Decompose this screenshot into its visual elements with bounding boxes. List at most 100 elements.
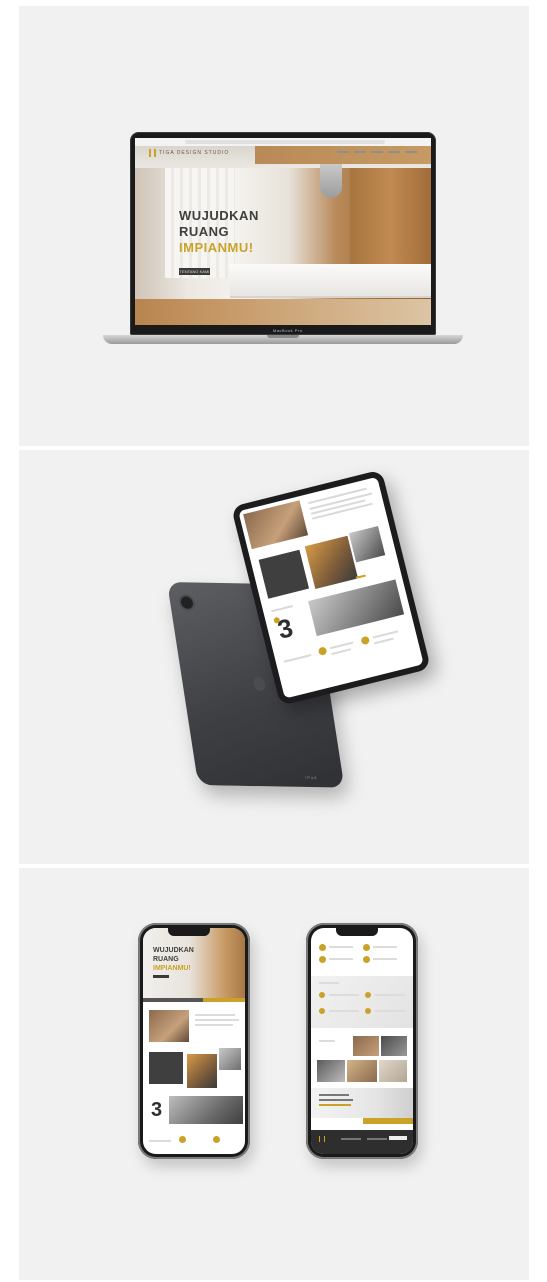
- phone-hero-line3: IMPIANMU!: [153, 965, 191, 972]
- hero-title-line1: WUJUDKAN: [179, 208, 259, 223]
- text-line: [195, 1024, 233, 1026]
- site-nav-links: [337, 151, 417, 153]
- phone-left-screen: WUJUDKAN RUANG IMPIANMU! 3: [143, 928, 245, 1154]
- gold-stripe: [363, 1118, 413, 1124]
- laptop-notch: [267, 335, 299, 338]
- logo-icon: [149, 149, 156, 157]
- logo-icon: [319, 1136, 325, 1142]
- feature-icon: [213, 1136, 220, 1143]
- gallery-photo: [379, 1060, 407, 1082]
- stripe-dark: [143, 998, 203, 1002]
- nav-link[interactable]: [354, 151, 366, 153]
- phone-left: WUJUDKAN RUANG IMPIANMU! 3: [138, 923, 250, 1159]
- feature-icon: [360, 635, 371, 646]
- footer-button[interactable]: [389, 1136, 407, 1140]
- hero-cta-button[interactable]: TENTANG KAMI: [179, 268, 210, 275]
- hero-title: WUJUDKAN RUANG IMPIANMU!: [179, 208, 259, 256]
- text-line: [373, 946, 397, 948]
- phone-footer: [311, 1130, 413, 1154]
- tablet-photo-gallery: [308, 579, 405, 637]
- cta-banner: [311, 1088, 413, 1118]
- hero-title-line2: RUANG: [179, 224, 230, 239]
- feature-icon: [319, 944, 326, 951]
- laptop-base: [103, 335, 463, 344]
- text-line: [329, 958, 353, 960]
- tablet-mockup-panel: iPad 3: [19, 450, 529, 864]
- text-line: [329, 994, 359, 996]
- phone-mockup-panel: WUJUDKAN RUANG IMPIANMU! 3: [19, 868, 529, 1280]
- nav-link[interactable]: [337, 151, 349, 153]
- gallery-photo: [317, 1060, 345, 1082]
- laptop-model-label: MacBook Pro: [273, 328, 303, 333]
- feature-icon: [317, 646, 328, 656]
- text-line: [319, 1094, 349, 1096]
- phone-cta-button[interactable]: [153, 975, 169, 978]
- laptop-screen: TIGA DESIGN STUDIO WUJUDKAN RUANG IMPIAN…: [135, 138, 431, 325]
- browser-url-bar: [185, 140, 385, 144]
- service-icon: [319, 992, 325, 998]
- site-navbar: TIGA DESIGN STUDIO: [135, 146, 431, 160]
- hero-title-line3: IMPIANMU!: [179, 240, 254, 255]
- service-icon: [319, 1008, 325, 1014]
- hero-floor: [135, 299, 431, 325]
- tablet-dark-card: [258, 549, 310, 599]
- text-line: [375, 994, 405, 996]
- gallery-photo: [347, 1060, 377, 1082]
- tablet-photo-room: [348, 526, 386, 563]
- nav-link[interactable]: [371, 151, 383, 153]
- text-line: [372, 630, 399, 639]
- text-line: [375, 1010, 405, 1012]
- text-line: [195, 1014, 235, 1016]
- stripe-gold: [203, 998, 245, 1002]
- text-line: [331, 648, 352, 656]
- hero-counter: [230, 264, 431, 298]
- stat-number: 3: [151, 1099, 163, 1121]
- phone-notch: [336, 928, 378, 936]
- hero-range-hood: [320, 164, 342, 198]
- feature-icon: [363, 956, 370, 963]
- service-icon: [365, 992, 371, 998]
- text-line: [319, 982, 339, 984]
- phone-photo-room: [219, 1048, 241, 1070]
- phone-notch: [168, 928, 210, 936]
- phone-photo-dining: [149, 1010, 189, 1042]
- tablet-photo-chair: [304, 535, 359, 590]
- feature-icon: [179, 1136, 186, 1143]
- feature-icon: [363, 944, 370, 951]
- text-line: [149, 1140, 171, 1142]
- phone-hero-line1: WUJUDKAN: [153, 947, 194, 954]
- text-line: [329, 1010, 359, 1012]
- laptop-mockup-panel: TIGA DESIGN STUDIO WUJUDKAN RUANG IMPIAN…: [19, 6, 529, 446]
- site-logo-text: TIGA DESIGN STUDIO: [159, 150, 230, 156]
- text-line: [373, 958, 397, 960]
- text-line: [374, 637, 394, 645]
- phone-hero-title: WUJUDKAN RUANG IMPIANMU!: [153, 946, 194, 973]
- hero-cabinet: [350, 168, 431, 264]
- tablet-photo-dining: [243, 500, 309, 550]
- gallery-photo: [353, 1036, 379, 1056]
- text-line: [195, 1019, 239, 1021]
- nav-link[interactable]: [405, 151, 417, 153]
- text-line: [319, 1104, 351, 1106]
- phone-hero-line2: RUANG: [153, 956, 179, 963]
- tablet-back-label: iPad: [305, 774, 318, 781]
- service-icon: [365, 1008, 371, 1014]
- phone-right-screen: [311, 928, 413, 1154]
- feature-icon: [319, 956, 326, 963]
- text-line: [319, 1099, 353, 1101]
- phone-photo-chair: [187, 1054, 217, 1088]
- laptop-lid: TIGA DESIGN STUDIO WUJUDKAN RUANG IMPIAN…: [130, 132, 436, 335]
- phone-right: [306, 923, 418, 1159]
- phone-photo-gallery: [169, 1096, 243, 1124]
- nav-link[interactable]: [388, 151, 400, 153]
- text-line: [367, 1138, 387, 1140]
- phone-dark-card: [149, 1052, 183, 1084]
- text-line: [283, 654, 312, 663]
- text-line: [271, 605, 294, 613]
- text-line: [319, 1040, 335, 1042]
- camera-icon: [180, 596, 194, 609]
- text-line: [341, 1138, 361, 1140]
- gallery-photo: [381, 1036, 407, 1056]
- apple-logo-icon: [252, 676, 267, 692]
- text-line: [329, 946, 353, 948]
